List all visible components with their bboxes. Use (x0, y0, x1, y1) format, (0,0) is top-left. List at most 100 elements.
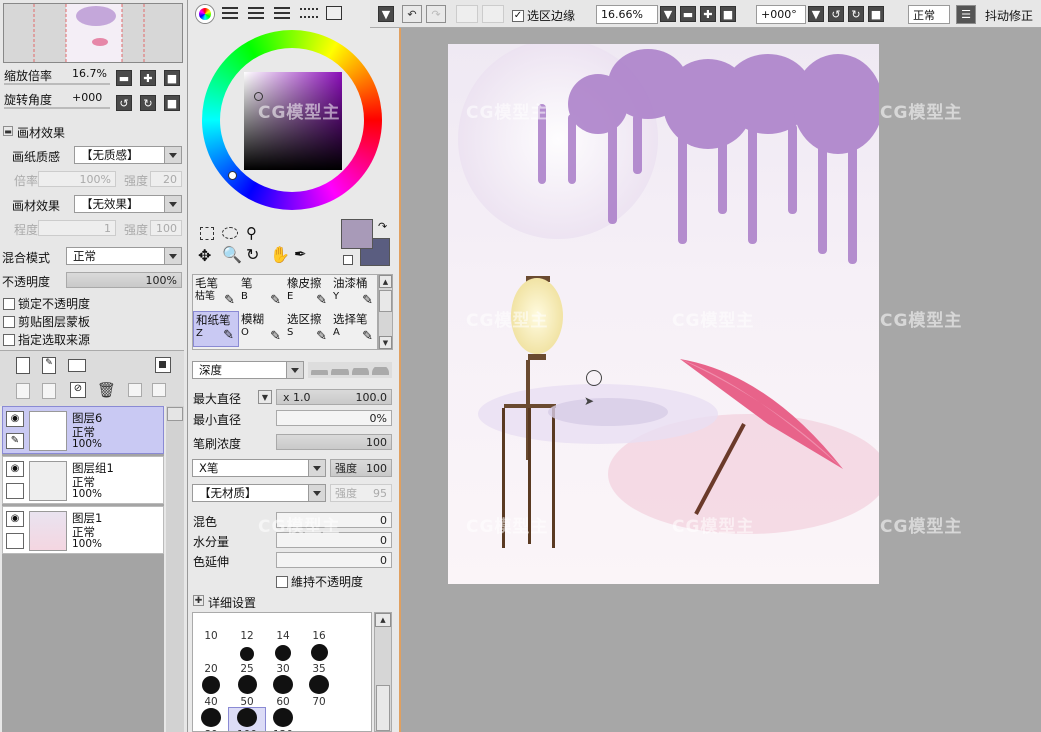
toolbar-zoom-reset-button[interactable]: ■ (720, 6, 736, 22)
canvas-area[interactable]: ➤ (399, 28, 1041, 732)
brush-size-70[interactable]: 70 (301, 675, 337, 708)
keep-opacity-checkbox[interactable]: 維持不透明度 (276, 573, 363, 590)
layer-mask-icon[interactable] (155, 357, 171, 373)
deselect-button[interactable] (456, 5, 478, 23)
tool-3[interactable]: 橡皮擦 E ✎ (285, 275, 331, 311)
tool-4[interactable]: 油漆桶 Y ✎ (331, 275, 377, 311)
new-layer-icon[interactable] (16, 357, 30, 374)
redo-button[interactable]: ↷ (426, 5, 446, 23)
reset-colors-icon[interactable] (343, 255, 353, 265)
brush-size-25[interactable]: 25 (229, 642, 265, 675)
clear-layer-icon[interactable]: ⊘ (70, 382, 86, 398)
tool-2[interactable]: 笔 B ✎ (239, 275, 285, 311)
brush-size-60[interactable]: 60 (265, 675, 301, 708)
dilution-slider[interactable]: 0 (276, 532, 392, 548)
brush-lock-icon[interactable]: ✎ (6, 433, 24, 449)
rotate-right-button[interactable]: ↻ (140, 95, 156, 111)
blending-slider[interactable]: 0 (276, 512, 392, 528)
toolbar-zoom-out-button[interactable]: ▬ (680, 6, 696, 22)
brush-size-30[interactable]: 30 (265, 642, 301, 675)
stabilizer-icon[interactable]: ☰ (956, 5, 976, 24)
degree-slider[interactable]: 1 (38, 220, 116, 236)
layer-row[interactable]: ◉ 图层1 正常 100% (2, 506, 164, 554)
persistence-slider[interactable]: 0 (276, 552, 392, 568)
paper-select[interactable]: 【无质感】 (74, 146, 182, 164)
size-scrollbar[interactable]: ▲ (374, 612, 392, 732)
color-mixer-tab-icon[interactable] (274, 7, 290, 19)
pen-type-select[interactable]: X笔 (192, 459, 326, 477)
trash-icon[interactable]: 🗑 (97, 381, 116, 399)
layer-lock-box[interactable] (6, 533, 24, 549)
new-folder-icon[interactable] (68, 359, 86, 372)
rotate-left-button[interactable]: ↺ (116, 95, 132, 111)
toolbar-rotate-reset-button[interactable]: ■ (868, 6, 884, 22)
color-wheel-tab-icon[interactable] (196, 5, 214, 23)
clip-group-checkbox[interactable]: 剪贴图层蒙板 (3, 313, 90, 330)
transfer-down-icon[interactable] (16, 383, 30, 399)
blend-mode-select[interactable]: 正常 (66, 247, 182, 265)
tool-scrollbar[interactable]: ▲ ▼ (378, 274, 393, 350)
zoom-out-button[interactable]: ▬ (116, 70, 132, 86)
view-mode-field[interactable]: 正常 (908, 5, 950, 24)
tool-1[interactable]: 毛笔 枯笔 ✎ (193, 275, 239, 311)
angle-field[interactable]: +000° (756, 5, 806, 24)
layer-scrollbar[interactable] (166, 406, 184, 732)
toolbar-dropdown-button[interactable]: ▼ (378, 6, 394, 22)
texture-strength-slider[interactable]: 强度 95 (330, 484, 392, 502)
scratchpad-tab-icon[interactable] (326, 6, 342, 20)
rotate-slider-line[interactable] (4, 107, 110, 109)
brush-shape-select[interactable]: 深度 (192, 361, 304, 379)
undo-button[interactable]: ↶ (402, 5, 422, 23)
primary-color-swatch[interactable] (341, 219, 373, 249)
selection-edge-toggle[interactable]: ✓ 选区边缘 (512, 7, 575, 24)
layer-row[interactable]: ◉ ✎ 图层6 正常 100% (2, 406, 164, 454)
zoom-slider-line[interactable] (4, 83, 110, 85)
zoom-tool-icon[interactable]: 🔍 (222, 245, 242, 264)
toolbar-rotate-right-button[interactable]: ↻ (848, 6, 864, 22)
hand-icon[interactable]: ✋ (270, 245, 290, 264)
rotate-reset-button[interactable]: ■ (164, 95, 180, 111)
brush-size-35[interactable]: 35 (301, 642, 337, 675)
lasso-icon[interactable] (222, 227, 238, 239)
brush-size-10[interactable]: 10 (193, 613, 229, 642)
eyedropper-icon[interactable]: ✒ (294, 245, 307, 263)
toolbar-rotate-left-button[interactable]: ↺ (828, 6, 844, 22)
scale-slider[interactable]: 100% (38, 171, 116, 187)
rgb-slider-tab-icon[interactable] (222, 7, 238, 19)
size-multiplier-button[interactable]: ▼ (258, 390, 272, 404)
brush-size-100[interactable]: 100 (228, 707, 266, 731)
tool-7[interactable]: 选区擦 S ✎ (285, 311, 331, 347)
tool-8[interactable]: 选择笔 A ✎ (331, 311, 377, 347)
max-size-slider[interactable]: x 1.0 100.0 (276, 389, 392, 405)
hsv-slider-tab-icon[interactable] (248, 7, 264, 19)
new-linework-layer-icon[interactable]: ✎ (42, 357, 56, 374)
brush-size-20[interactable]: 20 (193, 642, 229, 675)
strength2-slider[interactable]: 100 (150, 220, 182, 236)
invert-selection-button[interactable] (482, 5, 504, 23)
expand-advanced-icon[interactable]: ✚ (193, 595, 204, 606)
advanced-settings-label[interactable]: 详细设置 (208, 594, 256, 611)
brush-texture-select[interactable]: 【无材质】 (192, 484, 326, 502)
rect-select-icon[interactable] (200, 227, 214, 240)
brush-size-40[interactable]: 40 (193, 675, 229, 708)
layer-row[interactable]: ◉ 图层组1 正常 100% (2, 456, 164, 504)
brush-size-80[interactable]: 80 (193, 708, 229, 731)
swap-colors-icon[interactable]: ↷ (378, 220, 387, 233)
min-size-slider[interactable]: 0% (276, 410, 392, 426)
density-slider[interactable]: 100 (276, 434, 392, 450)
eye-icon[interactable]: ◉ (6, 461, 24, 477)
saturation-value-square[interactable] (244, 72, 342, 170)
selection-source-checkbox[interactable]: 指定选取来源 (3, 331, 90, 348)
layer-up-icon[interactable] (128, 383, 142, 397)
pen-strength-slider[interactable]: 强度 100 (330, 459, 392, 477)
brush-shape-presets[interactable] (308, 362, 392, 378)
layer-lock-box[interactable] (6, 483, 24, 499)
brush-size-16[interactable]: 16 (301, 613, 337, 642)
collapse-icon[interactable]: ▬ (3, 126, 13, 136)
angle-dropdown[interactable]: ▼ (808, 6, 824, 22)
merge-down-icon[interactable] (42, 383, 56, 399)
eye-icon[interactable]: ◉ (6, 411, 24, 427)
brush-size-50[interactable]: 50 (229, 675, 265, 708)
strength-slider[interactable]: 20 (150, 171, 182, 187)
lock-opacity-checkbox[interactable]: 锁定不透明度 (3, 295, 90, 312)
